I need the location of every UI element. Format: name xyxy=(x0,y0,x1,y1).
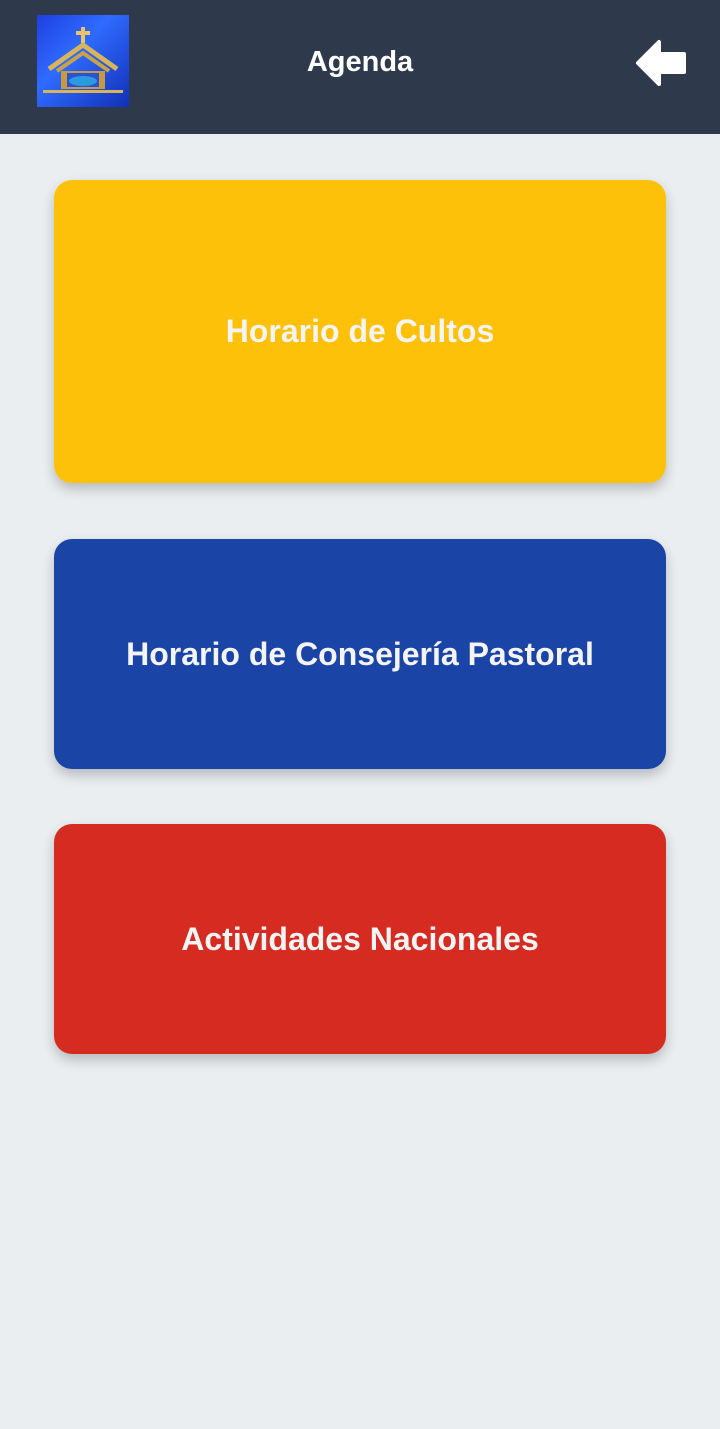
horario-cultos-label: Horario de Cultos xyxy=(225,313,495,349)
actividades-nacionales-label: Actividades Nacionales xyxy=(181,920,539,957)
app-header: Agenda xyxy=(0,0,720,134)
actividades-nacionales-button[interactable]: Actividades Nacionales xyxy=(54,824,666,1054)
back-button[interactable] xyxy=(630,32,692,94)
horario-consejeria-label: Horario de Consejería Pastoral xyxy=(126,635,594,672)
horario-cultos-button[interactable]: Horario de Cultos xyxy=(54,180,666,483)
page-title: Agenda xyxy=(306,46,414,78)
arrow-left-icon xyxy=(636,40,686,86)
horario-consejeria-button[interactable]: Horario de Consejería Pastoral xyxy=(54,539,666,769)
